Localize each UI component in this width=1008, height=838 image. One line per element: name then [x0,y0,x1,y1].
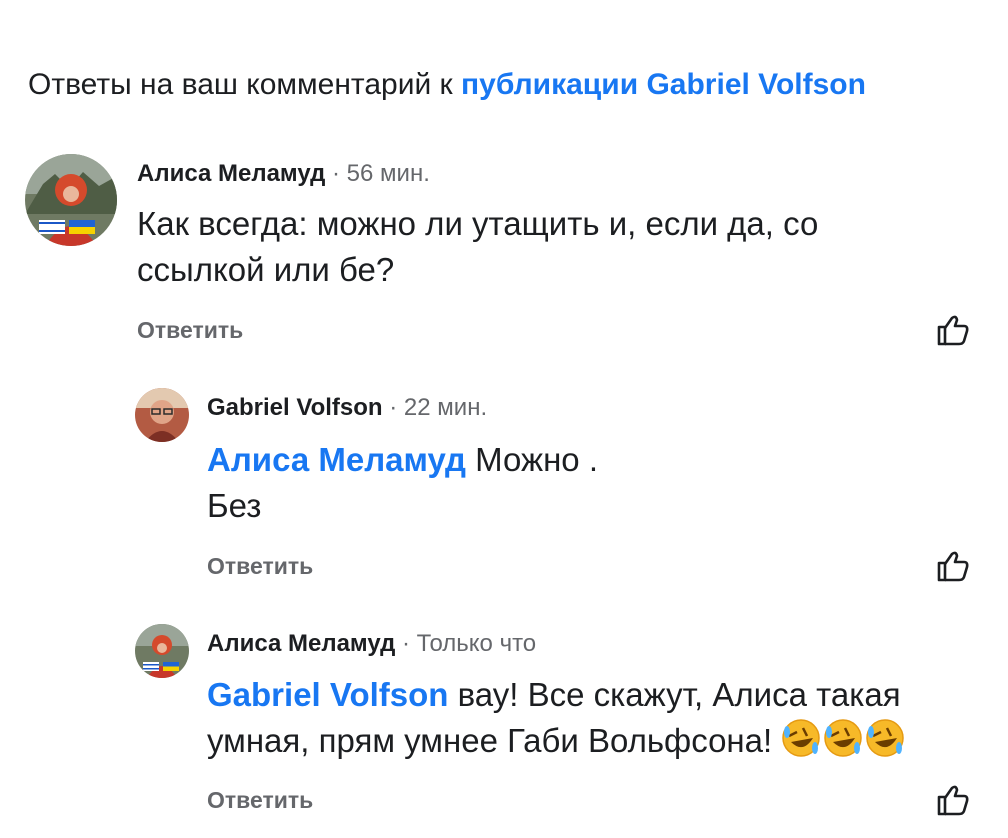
comment-author[interactable]: Алиса Меламуд [207,630,395,657]
reply-button[interactable]: Ответить [207,787,313,814]
avatar[interactable] [135,388,189,442]
comment-author[interactable]: Алиса Меламуд [137,160,325,187]
reply-button[interactable]: Ответить [137,317,243,344]
comment-text-line1: вау! Все скажут, Алиса такая [448,676,901,713]
thumbs-up-icon[interactable] [935,782,971,818]
comment-text: Как всегда: можно ли утащить и, если да,… [137,201,937,293]
reply-button[interactable]: Ответить [207,553,313,580]
comment-time: · 56 мин. [332,160,430,187]
avatar[interactable] [25,154,117,246]
comment-text-line2: умная, прям умнее Габи Вольфсона! [207,722,782,759]
avatar[interactable] [135,624,189,678]
thumbs-up-icon[interactable] [935,312,971,348]
mention-link[interactable]: Gabriel Volfson [207,676,448,713]
comment-time: · 22 мин. [389,394,488,421]
publication-link[interactable]: публикации Gabriel Volfson [461,68,866,101]
comment-text-line2: Без [207,487,262,524]
comment-author[interactable]: Gabriel Volfson [207,394,383,421]
comment-text-content: Как всегда: можно ли утащить и, если да,… [137,205,819,288]
notification-header: Ответы на ваш комментарий к публикации G… [28,68,866,102]
header-prefix: Ответы на ваш комментарий к [28,68,462,101]
comment-text: Gabriel Volfson вау! Все скажут, Алиса т… [207,672,997,770]
rolling-on-floor-laughing-icon [781,718,907,770]
comment-header: Алиса Меламуд · 56 мин. [137,160,430,188]
comment-text: Алиса Меламуд Можно . Без [207,437,967,529]
comment-header: Gabriel Volfson · 22 мин. [207,394,487,422]
comment-header: Алиса Меламуд · Только что [207,630,536,658]
comment-time: · Только что [402,630,537,657]
comment-text-line1: Можно . [465,441,598,478]
thumbs-up-icon[interactable] [935,548,971,584]
mention-link[interactable]: Алиса Меламуд [207,441,466,478]
